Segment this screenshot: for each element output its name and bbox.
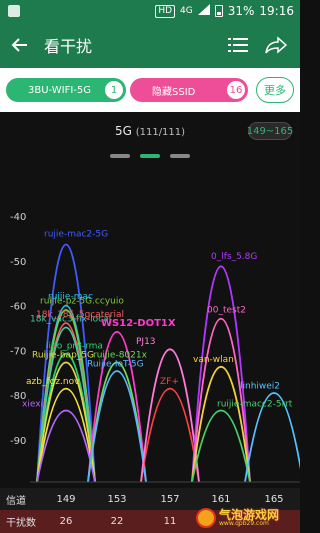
battery-percent: 31%: [227, 4, 255, 18]
network-label: rujie-mac2-5G: [44, 229, 108, 239]
share-button[interactable]: [256, 22, 296, 68]
more-button[interactable]: 更多: [256, 77, 294, 103]
network-label: xiexi: [22, 400, 43, 410]
signal-curve: [87, 370, 147, 483]
signal-curve: [191, 265, 251, 483]
signal-icon: [197, 4, 210, 18]
network-label: PJ13: [136, 337, 156, 347]
hidden-ssid-filter-chip[interactable]: 隐藏SSID 16: [130, 78, 248, 102]
network-type: 4G: [180, 6, 193, 16]
network-label: ZF+: [160, 377, 179, 387]
wifi-filter-count: 1: [105, 81, 123, 99]
y-tick-label: -90: [10, 436, 26, 447]
hidden-ssid-count: 16: [227, 81, 245, 99]
network-label: WS12-DOT1X: [101, 318, 176, 329]
interference-cell: 26: [59, 516, 73, 527]
network-label: ruijie-pz-5G.ccyuio: [40, 297, 124, 307]
interference-cell: 11: [163, 516, 177, 527]
signal-curve: [140, 348, 200, 483]
y-tick-label: -70: [10, 346, 26, 357]
network-label: linhiwei2: [240, 382, 280, 392]
channel-cell: 157: [160, 493, 180, 505]
interference-chart: -40-50-60-70-80-90rujie-mac2-5Gruijie-ma…: [10, 212, 300, 483]
watermark-emblem-icon: [196, 508, 216, 528]
network-label: Ruijie-bap_5G: [32, 350, 94, 360]
wifi-filter-label: 3BU-WIFI-5G: [28, 84, 92, 96]
app-bar: 看干扰: [0, 22, 300, 68]
network-label: van-wlan: [193, 355, 234, 365]
list-icon: [228, 38, 248, 52]
channel-cell: 161: [211, 493, 231, 505]
y-tick-label: -50: [10, 257, 26, 268]
network-label: 00_test2: [207, 306, 246, 316]
page-title: 看干扰: [44, 37, 93, 56]
filter-bar: 3BU-WIFI-5G 1 隐藏SSID 16 更多: [0, 68, 300, 112]
signal-curve: [140, 388, 200, 483]
channel-cell: 149: [56, 493, 76, 505]
status-bar: HD 4G 31% 19:16: [0, 0, 300, 22]
channel-cell: 165: [264, 493, 284, 505]
list-menu-button[interactable]: [220, 22, 256, 68]
back-arrow-icon: [11, 38, 27, 52]
battery-icon: [214, 5, 223, 17]
network-label: Ruijie-IoT-5G: [87, 359, 144, 369]
hd-badge: HD: [155, 4, 176, 18]
network-label: azb_fgz.nov: [26, 377, 80, 387]
channel-chart-panel: 5G (111/111) 149~165 -40 -50 -60 -70 -80 -90 r…: [0, 112, 300, 533]
interference-row-label: 干扰数: [6, 518, 36, 529]
share-icon: [265, 36, 287, 54]
clock: 19:16: [259, 4, 294, 18]
channel-row-label: 信道: [6, 495, 26, 507]
network-label: 0_lfs_5.8G: [211, 252, 257, 262]
y-tick-label: -40: [10, 212, 26, 223]
y-tick-label: -60: [10, 302, 26, 313]
back-button[interactable]: [2, 22, 38, 68]
wifi-filter-chip[interactable]: 3BU-WIFI-5G 1: [6, 78, 126, 102]
hidden-ssid-filter-label: 隐藏SSID: [152, 86, 196, 98]
interference-cell: 22: [110, 516, 124, 527]
notification-icon: [8, 5, 20, 17]
network-label: 18k_vac3-fix-local: [30, 315, 111, 325]
network-label: ruijie-macc2-5rrt: [217, 400, 293, 410]
channel-cell: 153: [107, 493, 127, 505]
watermark-logo: 气泡游戏网 www.qpb29.com: [196, 506, 296, 530]
